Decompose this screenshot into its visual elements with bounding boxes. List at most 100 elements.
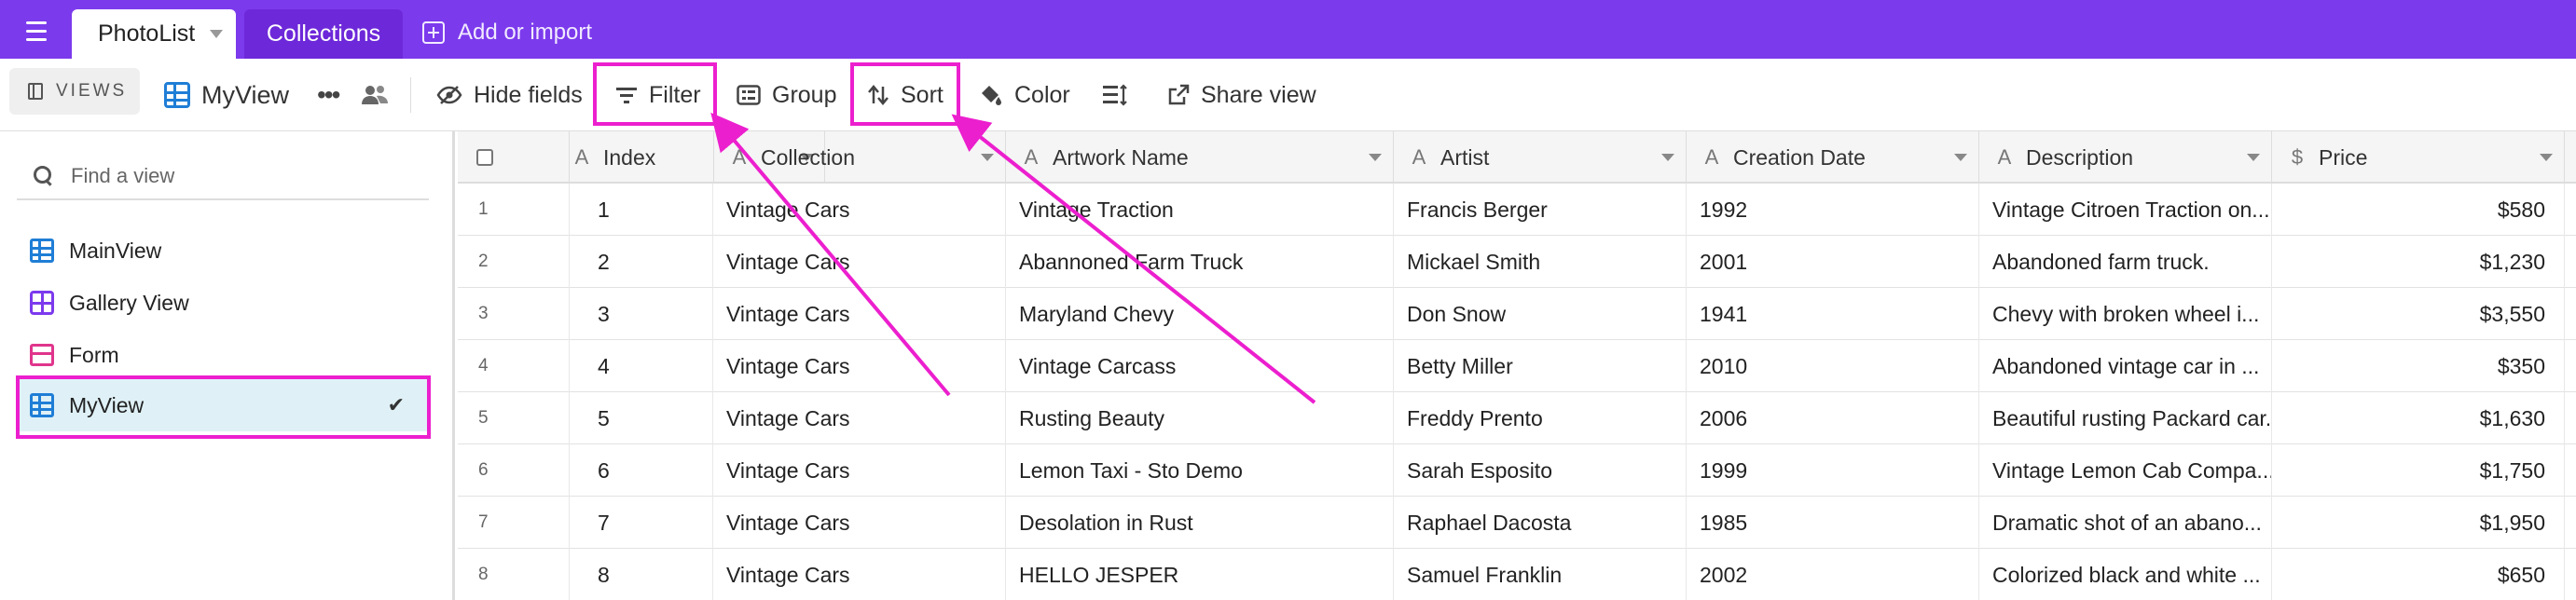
sidebar-item-gallery-view[interactable]: Gallery View [17,277,429,329]
select-all-checkbox[interactable] [476,149,493,166]
view-more-button[interactable]: ••• [317,59,340,131]
collection-cell[interactable]: Vintage Cars [713,549,1006,600]
index-cell[interactable]: 2 [570,236,713,288]
price-cell[interactable]: $1,750 [2272,444,2565,497]
artist-cell[interactable]: Samuel Franklin [1394,549,1687,600]
description-cell[interactable]: Abandoned farm truck. [1979,236,2272,288]
artwork-name-cell[interactable]: Lemon Taxi - Sto Demo [1006,444,1394,497]
column-header-collection[interactable]: A Collection [713,131,1006,184]
price-cell[interactable]: $1,230 [2272,236,2565,288]
creation-date-cell[interactable]: 1999 [1687,444,1979,497]
table-row[interactable]: 2 2 Vintage Cars Abannoned Farm Truck Mickae… [458,236,2576,288]
table-row[interactable]: 5 5 Vintage Cars Rusting Beauty Freddy Prent… [458,392,2576,444]
current-view-selector[interactable]: MyView [164,59,289,131]
artist-cell[interactable]: Betty Miller [1394,340,1687,392]
add-or-import-button[interactable]: Add or import [422,17,592,48]
description-cell[interactable]: Abandoned vintage car in ... [1979,340,2272,392]
chevron-down-icon[interactable] [2540,154,2553,161]
index-cell[interactable]: 5 [570,392,713,444]
chevron-down-icon[interactable] [2247,154,2260,161]
index-cell[interactable]: 4 [570,340,713,392]
description-cell[interactable]: Vintage Lemon Cab Compa... [1979,444,2272,497]
creation-date-cell[interactable]: 2002 [1687,549,1979,600]
creation-date-cell[interactable]: 2006 [1687,392,1979,444]
collection-cell[interactable]: Vintage Cars [713,340,1006,392]
collection-cell[interactable]: Vintage Cars [713,392,1006,444]
index-cell[interactable]: 8 [570,549,713,600]
column-header-creation-date[interactable]: A Creation Date [1687,131,1979,184]
artwork-name-cell[interactable]: Vintage Traction [1006,184,1394,236]
tab-photolist[interactable]: PhotoList [72,9,236,59]
artwork-name-cell[interactable]: Maryland Chevy [1006,288,1394,340]
row-number-cell[interactable]: 6 [458,444,570,497]
column-header-artwork-name[interactable]: A Artwork Name [1006,131,1394,184]
description-cell[interactable]: Dramatic shot of an abano... [1979,497,2272,549]
price-cell[interactable]: $1,630 [2272,392,2565,444]
artist-cell[interactable]: Raphael Dacosta [1394,497,1687,549]
creation-date-cell[interactable]: 1941 [1687,288,1979,340]
tab-collections[interactable]: Collections [244,9,403,59]
column-header-price[interactable]: $ Price [2272,131,2565,184]
sidebar-item-mainview[interactable]: MainView [17,225,429,277]
chevron-down-icon[interactable] [210,30,223,38]
chevron-down-icon[interactable] [981,154,994,161]
artist-cell[interactable]: Freddy Prento [1394,392,1687,444]
description-cell[interactable]: Beautiful rusting Packard car. [1979,392,2272,444]
table-row[interactable]: 4 4 Vintage Cars Vintage Carcass Betty Mille… [458,340,2576,392]
table-row[interactable]: 7 7 Vintage Cars Desolation in Rust Raphael … [458,497,2576,549]
row-number-cell[interactable]: 5 [458,392,570,444]
chevron-down-icon[interactable] [1954,154,1967,161]
group-button[interactable]: Group [737,59,836,131]
share-view-button[interactable]: Share view [1167,59,1316,131]
collaborative-view-button[interactable] [360,59,390,131]
artist-cell[interactable]: Mickael Smith [1394,236,1687,288]
table-row[interactable]: 1 1 Vintage Cars Vintage Traction Francis Be… [458,184,2576,236]
collection-cell[interactable]: Vintage Cars [713,288,1006,340]
sidebar-item-form[interactable]: Form [17,329,429,381]
chevron-down-icon[interactable] [1369,154,1382,161]
row-number-cell[interactable]: 7 [458,497,570,549]
table-row[interactable]: 3 3 Vintage Cars Maryland Chevy Don Snow 1941… [458,288,2576,340]
creation-date-cell[interactable]: 2010 [1687,340,1979,392]
collection-cell[interactable]: Vintage Cars [713,444,1006,497]
creation-date-cell[interactable]: 1992 [1687,184,1979,236]
collection-cell[interactable]: Vintage Cars [713,184,1006,236]
index-cell[interactable]: 7 [570,497,713,549]
row-number-cell[interactable]: 4 [458,340,570,392]
table-row[interactable]: 8 8 Vintage Cars HELLO JESPER Samuel Frankli… [458,549,2576,600]
index-cell[interactable]: 3 [570,288,713,340]
column-header-description[interactable]: A Description [1979,131,2272,184]
description-cell[interactable]: Vintage Citroen Traction on... [1979,184,2272,236]
price-cell[interactable]: $580 [2272,184,2565,236]
price-cell[interactable]: $1,950 [2272,497,2565,549]
artwork-name-cell[interactable]: Desolation in Rust [1006,497,1394,549]
artwork-name-cell[interactable]: Vintage Carcass [1006,340,1394,392]
row-number-cell[interactable]: 2 [458,236,570,288]
find-view-input[interactable] [71,164,425,188]
artwork-name-cell[interactable]: Rusting Beauty [1006,392,1394,444]
creation-date-cell[interactable]: 1985 [1687,497,1979,549]
chevron-down-icon[interactable] [1661,154,1674,161]
row-number-cell[interactable]: 8 [458,549,570,600]
collection-cell[interactable]: Vintage Cars [713,497,1006,549]
row-number-cell[interactable]: 3 [458,288,570,340]
hide-fields-button[interactable]: Hide fields [436,59,583,131]
price-cell[interactable]: $650 [2272,549,2565,600]
artist-cell[interactable]: Don Snow [1394,288,1687,340]
views-toggle-button[interactable]: VIEWS [9,68,140,115]
artwork-name-cell[interactable]: HELLO JESPER [1006,549,1394,600]
collection-cell[interactable]: Vintage Cars [713,236,1006,288]
index-cell[interactable]: 6 [570,444,713,497]
index-cell[interactable]: 1 [570,184,713,236]
artist-cell[interactable]: Francis Berger [1394,184,1687,236]
artist-cell[interactable]: Sarah Esposito [1394,444,1687,497]
column-header-artist[interactable]: A Artist [1394,131,1687,184]
color-button[interactable]: Color [979,59,1070,131]
price-cell[interactable]: $350 [2272,340,2565,392]
table-row[interactable]: 6 6 Vintage Cars Lemon Taxi - Sto Demo Sarah… [458,444,2576,497]
hamburger-menu-icon[interactable] [21,15,52,47]
price-cell[interactable]: $3,550 [2272,288,2565,340]
description-cell[interactable]: Colorized black and white ... [1979,549,2272,600]
description-cell[interactable]: Chevy with broken wheel i... [1979,288,2272,340]
artwork-name-cell[interactable]: Abannoned Farm Truck [1006,236,1394,288]
